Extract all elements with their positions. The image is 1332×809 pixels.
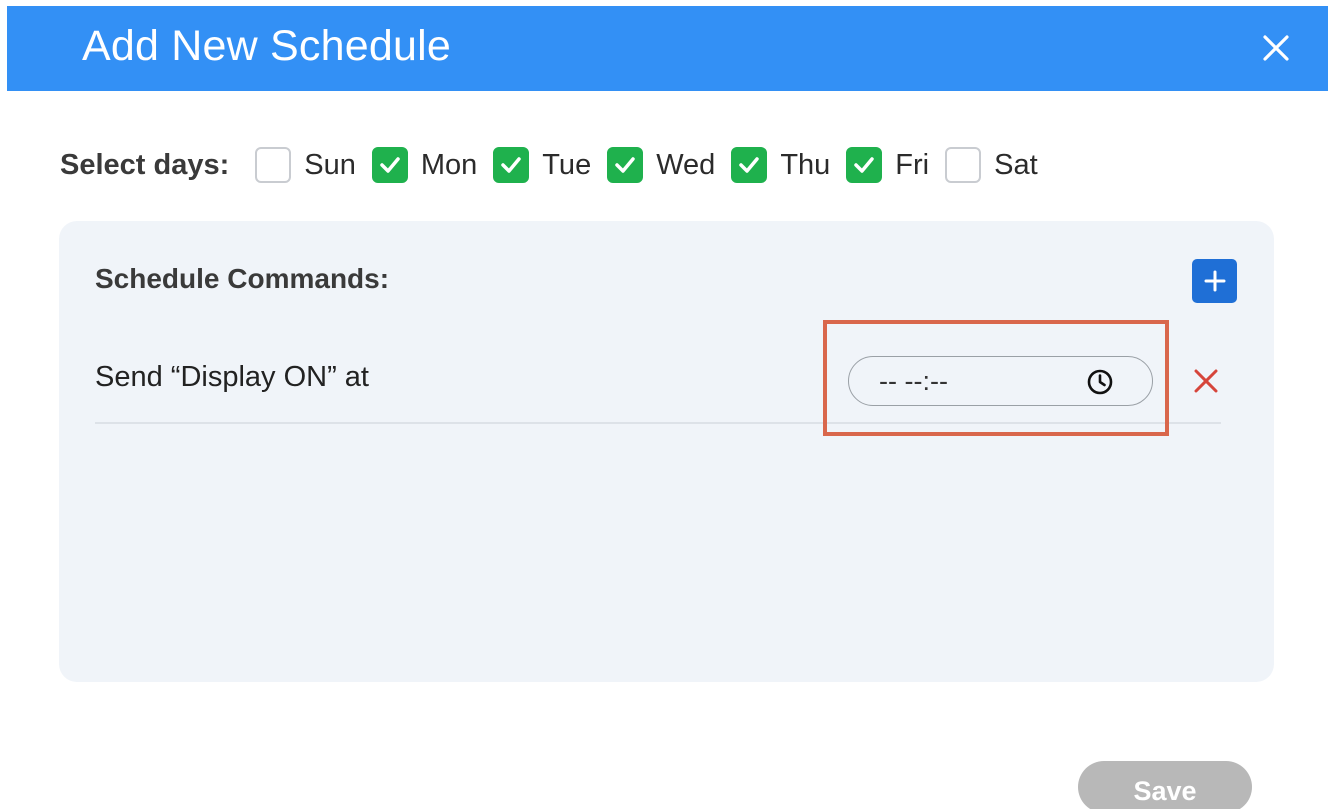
day-sat-label: Sat	[994, 148, 1038, 181]
add-schedule-modal: Add New Schedule Select days: Sun Mon Tu…	[0, 0, 1332, 809]
close-button[interactable]	[1256, 28, 1296, 68]
add-command-button[interactable]	[1192, 259, 1237, 303]
save-button[interactable]: Save	[1078, 761, 1252, 809]
day-wed-checkbox[interactable]	[607, 147, 644, 183]
day-wed[interactable]: Wed	[607, 147, 715, 183]
day-tue[interactable]: Tue	[493, 147, 591, 183]
checkmark-icon	[854, 157, 875, 173]
day-mon[interactable]: Mon	[371, 147, 478, 183]
checkmark-icon	[380, 157, 400, 173]
time-input-highlight	[823, 320, 1169, 436]
modal-header: Add New Schedule	[7, 6, 1328, 91]
checkmark-icon	[501, 157, 522, 173]
day-sun-checkbox[interactable]	[255, 147, 292, 183]
day-tue-checkbox[interactable]	[493, 147, 530, 183]
day-fri-label: Fri	[895, 148, 930, 181]
command-text: Send “Display ON” at	[95, 361, 369, 393]
day-fri-checkbox[interactable]	[846, 147, 883, 183]
schedule-commands-title: Schedule Commands:	[95, 263, 390, 294]
x-icon	[1194, 369, 1218, 393]
day-thu-checkbox[interactable]	[731, 147, 768, 183]
select-days-row: Select days: Sun Mon Tue Wed Thu Fri Sat	[60, 143, 1054, 187]
day-sun-label: Sun	[304, 148, 356, 181]
day-sat-checkbox[interactable]	[945, 147, 982, 183]
select-days-label: Select days:	[60, 148, 230, 181]
checkmark-icon	[739, 157, 760, 173]
checkmark-icon	[615, 157, 635, 173]
close-icon	[1263, 35, 1289, 61]
day-mon-label: Mon	[420, 148, 478, 181]
day-tue-label: Tue	[542, 148, 592, 181]
day-mon-checkbox[interactable]	[371, 147, 408, 183]
plus-icon	[1204, 270, 1225, 292]
day-sun[interactable]: Sun	[255, 147, 356, 183]
schedule-commands-panel: Schedule Commands: Send “Display ON” at …	[59, 221, 1274, 682]
modal-title: Add New Schedule	[82, 22, 451, 70]
delete-command-button[interactable]	[1190, 365, 1222, 397]
day-wed-label: Wed	[656, 148, 716, 181]
day-fri[interactable]: Fri	[846, 147, 929, 183]
day-thu[interactable]: Thu	[731, 147, 830, 183]
day-sat[interactable]: Sat	[945, 147, 1038, 183]
day-thu-label: Thu	[780, 148, 831, 181]
